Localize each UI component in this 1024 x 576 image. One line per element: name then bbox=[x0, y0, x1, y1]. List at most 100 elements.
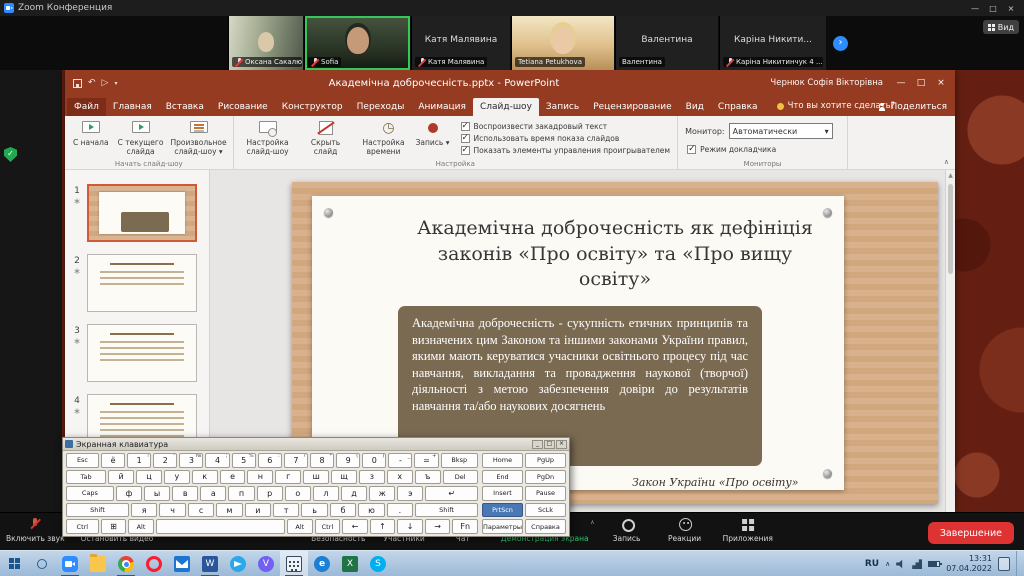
key-sclk[interactable]: ScLk bbox=[525, 503, 566, 518]
taskbar-clock[interactable]: 13:31 07.04.2022 bbox=[946, 554, 992, 574]
save-icon[interactable] bbox=[73, 79, 82, 88]
explorer-icon[interactable] bbox=[84, 551, 112, 576]
key-down-arrow[interactable]: ↓ bbox=[397, 519, 423, 534]
key-б[interactable]: б bbox=[330, 503, 356, 518]
key-9[interactable]: (9 bbox=[336, 453, 360, 468]
key-end[interactable]: End bbox=[482, 470, 523, 485]
key-insert[interactable]: Insert bbox=[482, 486, 523, 501]
participant-tile[interactable]: Tetiana Petukhova bbox=[511, 16, 614, 70]
minimize-button[interactable]: — bbox=[966, 2, 984, 14]
from-beginning-button[interactable]: С начала bbox=[70, 118, 112, 148]
key-н[interactable]: н bbox=[247, 470, 273, 485]
key-tab[interactable]: Tab bbox=[66, 470, 106, 485]
key-=[interactable]: += bbox=[414, 453, 438, 468]
participant-tile[interactable]: Оксана Сакалюк, доцен... bbox=[228, 16, 303, 70]
presenter-view-checkbox[interactable]: Режим докладчика bbox=[687, 145, 842, 154]
key-ц[interactable]: ц bbox=[136, 470, 162, 485]
keyboard-icon[interactable] bbox=[280, 551, 308, 576]
skype-icon[interactable]: S bbox=[364, 551, 392, 576]
osk-titlebar[interactable]: Экранная клавиатура _ □ × bbox=[63, 438, 569, 451]
slide-thumbnail[interactable] bbox=[87, 324, 197, 382]
hidden-icons-chevron[interactable]: ∧ bbox=[885, 560, 890, 568]
key-pause[interactable]: Pause bbox=[525, 486, 566, 501]
key-capslock[interactable]: Caps bbox=[66, 486, 114, 501]
language-indicator[interactable]: RU bbox=[865, 559, 879, 569]
telegram-icon[interactable] bbox=[224, 551, 252, 576]
key-alt-right[interactable]: Alt bbox=[287, 519, 313, 534]
key-я[interactable]: я bbox=[131, 503, 157, 518]
key-help[interactable]: Справка bbox=[525, 519, 566, 534]
rehearse-timings-button[interactable]: ◷Настройка времени bbox=[355, 118, 413, 157]
key-right-arrow[interactable]: → bbox=[425, 519, 451, 534]
key-ctrl-left[interactable]: Ctrl bbox=[66, 519, 99, 534]
undo-icon[interactable]: ↶ bbox=[88, 78, 96, 88]
notification-center-icon[interactable] bbox=[998, 557, 1010, 571]
view-button[interactable]: Вид bbox=[983, 20, 1019, 34]
from-current-slide-button[interactable]: С текущего слайда bbox=[112, 118, 170, 157]
key-ё[interactable]: ё bbox=[101, 453, 125, 468]
key-.[interactable]: . bbox=[387, 503, 413, 518]
key-д[interactable]: д bbox=[341, 486, 367, 501]
key-п[interactable]: п bbox=[228, 486, 254, 501]
key-г[interactable]: г bbox=[275, 470, 301, 485]
key-л[interactable]: л bbox=[313, 486, 339, 501]
vertical-scrollbar[interactable]: ▲ bbox=[945, 170, 955, 512]
key-pgup[interactable]: PgUp bbox=[525, 453, 566, 468]
ribbon-tab[interactable]: Справка bbox=[711, 98, 765, 116]
key-ь[interactable]: ь bbox=[301, 503, 327, 518]
key-ш[interactable]: ш bbox=[303, 470, 329, 485]
key-space[interactable] bbox=[156, 519, 285, 534]
scroll-up-icon[interactable]: ▲ bbox=[946, 172, 955, 179]
next-participants-button[interactable]: › bbox=[833, 36, 848, 51]
key-ы[interactable]: ы bbox=[144, 486, 170, 501]
battery-icon[interactable] bbox=[928, 561, 940, 567]
excel-icon[interactable]: X bbox=[336, 551, 364, 576]
key--[interactable]: _- bbox=[388, 453, 412, 468]
close-button[interactable]: × bbox=[1002, 2, 1020, 14]
osk-maximize-button[interactable]: □ bbox=[544, 440, 555, 449]
mail-icon[interactable] bbox=[168, 551, 196, 576]
key-к[interactable]: к bbox=[192, 470, 218, 485]
end-meeting-button[interactable]: Завершение bbox=[928, 522, 1014, 544]
key-options[interactable]: Параметры bbox=[482, 519, 523, 534]
hide-slide-button[interactable]: Скрыть слайд bbox=[297, 118, 355, 157]
slide-thumbnail[interactable] bbox=[87, 184, 197, 242]
ribbon-tab[interactable]: Главная bbox=[106, 98, 159, 116]
key-т[interactable]: т bbox=[273, 503, 299, 518]
start-button[interactable] bbox=[0, 551, 28, 576]
key-backspace[interactable]: Bksp bbox=[441, 453, 478, 468]
mute-button[interactable]: ∧Включить звук bbox=[6, 517, 65, 543]
record-slideshow-button[interactable]: Запись ▾ bbox=[413, 118, 453, 148]
ribbon-tab[interactable]: Вставка bbox=[159, 98, 211, 116]
key-р[interactable]: р bbox=[257, 486, 283, 501]
key-esc[interactable]: Esc bbox=[66, 453, 99, 468]
slideshow-icon[interactable]: ▷ bbox=[102, 78, 109, 88]
ribbon-checkbox[interactable]: Показать элементы управления проигрывате… bbox=[461, 146, 671, 155]
key-э[interactable]: э bbox=[397, 486, 423, 501]
key-fn[interactable]: Fn bbox=[452, 519, 478, 534]
ppt-restore-button[interactable]: □ bbox=[911, 73, 931, 93]
osk-minimize-button[interactable]: _ bbox=[532, 440, 543, 449]
key-8[interactable]: *8 bbox=[310, 453, 334, 468]
network-icon[interactable] bbox=[912, 559, 922, 569]
key-shift-left[interactable]: Shift bbox=[66, 503, 129, 518]
chrome-icon[interactable] bbox=[112, 551, 140, 576]
key-и[interactable]: и bbox=[245, 503, 271, 518]
monitor-select[interactable]: Автоматически ▾ bbox=[729, 123, 833, 139]
volume-icon[interactable] bbox=[896, 559, 906, 569]
ribbon-checkbox[interactable]: Воспроизвести закадровый текст bbox=[461, 122, 671, 131]
key-home[interactable]: Home bbox=[482, 453, 523, 468]
ribbon-tab[interactable]: Рецензирование bbox=[586, 98, 678, 116]
key-up-arrow[interactable]: ↑ bbox=[370, 519, 396, 534]
ribbon-tab[interactable]: Слайд-шоу bbox=[473, 98, 539, 116]
opera-icon[interactable] bbox=[140, 551, 168, 576]
slide-thumbnail[interactable] bbox=[87, 254, 197, 312]
setup-slideshow-button[interactable]: Настройка слайд-шоу bbox=[239, 118, 297, 157]
key-left-arrow[interactable]: ← bbox=[342, 519, 368, 534]
key-с[interactable]: с bbox=[188, 503, 214, 518]
key-й[interactable]: й bbox=[108, 470, 134, 485]
reactions-button[interactable]: Реакции bbox=[665, 517, 705, 543]
key-у[interactable]: у bbox=[164, 470, 190, 485]
ppt-minimize-button[interactable]: — bbox=[891, 73, 911, 93]
key-е[interactable]: е bbox=[220, 470, 246, 485]
